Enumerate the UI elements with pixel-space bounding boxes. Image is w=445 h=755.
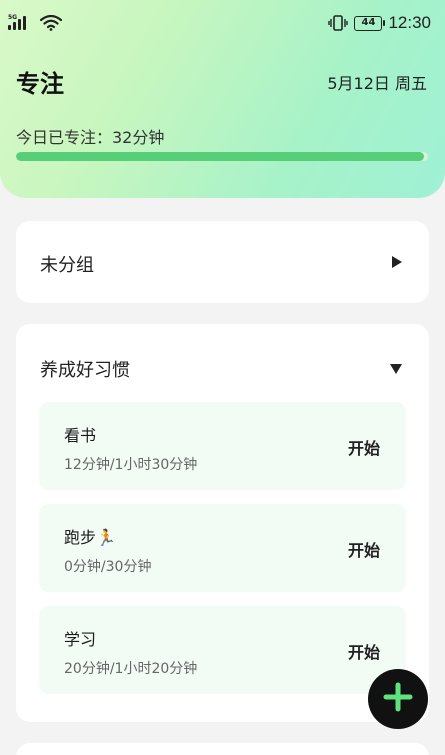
page-title: 专注 xyxy=(16,70,64,98)
task-name: 看书 xyxy=(64,426,97,445)
task-item-reading[interactable]: 看书 12分钟/1小时30分钟 开始 xyxy=(39,402,406,490)
focus-progress-fill xyxy=(16,152,424,161)
task-name: 学习 xyxy=(64,630,97,649)
focus-progress-bar xyxy=(16,152,428,161)
date-label: 5月12日 周五 xyxy=(327,74,427,93)
vibrate-icon xyxy=(328,14,349,32)
focus-today-label: 今日已专注：32分钟 xyxy=(16,128,165,147)
group-title[interactable]: 养成好习惯 xyxy=(40,356,130,382)
task-item-study[interactable]: 学习 20分钟/1小时20分钟 开始 xyxy=(39,606,406,694)
group-card-next xyxy=(16,743,429,755)
group-card-habits: 养成好习惯 看书 12分钟/1小时30分钟 开始 跑步🏃 0分钟/30分钟 开始… xyxy=(16,324,429,722)
clock: 12:30 xyxy=(388,13,431,32)
battery-icon: 44 xyxy=(354,15,386,31)
task-name: 跑步🏃 xyxy=(64,528,116,547)
group-card-ungrouped[interactable]: 未分组 xyxy=(16,221,429,303)
start-button[interactable]: 开始 xyxy=(348,435,380,459)
status-bar: 5G 44 12:30 xyxy=(0,0,445,46)
add-button[interactable] xyxy=(368,669,428,729)
plus-icon xyxy=(383,682,413,716)
group-title: 未分组 xyxy=(40,255,94,276)
wifi-icon xyxy=(40,15,62,31)
task-progress-text: 0分钟/30分钟 xyxy=(64,559,152,575)
task-progress-text: 20分钟/1小时20分钟 xyxy=(64,661,198,677)
network-type: 5G xyxy=(8,14,18,21)
task-item-running[interactable]: 跑步🏃 0分钟/30分钟 开始 xyxy=(39,504,406,592)
task-progress-text: 12分钟/1小时30分钟 xyxy=(64,457,198,473)
start-button[interactable]: 开始 xyxy=(348,639,380,663)
collapse-arrow-icon[interactable] xyxy=(390,364,402,374)
signal-icon: 5G xyxy=(8,14,30,32)
start-button[interactable]: 开始 xyxy=(348,537,380,561)
expand-arrow-icon[interactable] xyxy=(392,256,402,268)
battery-level: 44 xyxy=(361,16,376,28)
